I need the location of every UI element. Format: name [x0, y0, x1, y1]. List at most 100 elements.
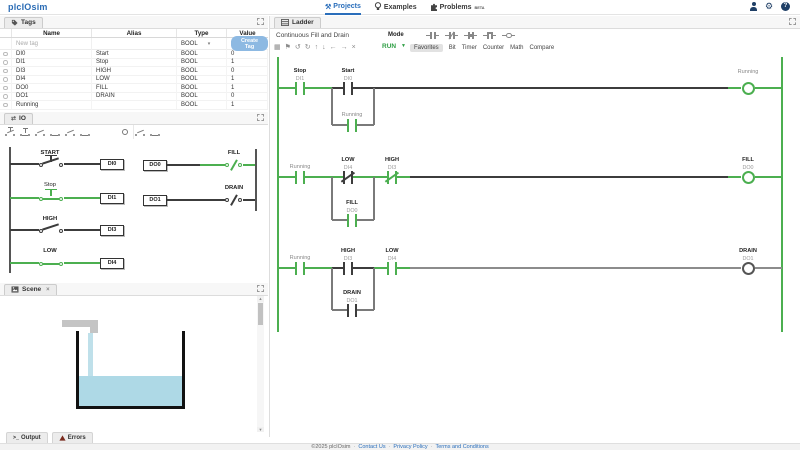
expand-icon[interactable] — [257, 114, 264, 121]
tag-status-icon[interactable] — [0, 75, 12, 84]
instruction-tab-counter[interactable]: Counter — [483, 45, 504, 51]
wire — [64, 197, 100, 199]
tag-value: 1 — [227, 100, 268, 110]
new-tag-alias-input[interactable] — [92, 37, 177, 50]
instruction-tab-math[interactable]: Math — [510, 45, 523, 51]
instruction-tab-timer[interactable]: Timer — [462, 45, 477, 51]
io-switch-low[interactable] — [38, 249, 66, 269]
io-tab[interactable]: ⇄ IO — [4, 113, 33, 124]
tag-status-icon[interactable] — [0, 92, 12, 101]
icon-part — [136, 129, 144, 134]
move-down-icon[interactable]: ↓ — [322, 42, 326, 54]
tag-status-icon[interactable] — [0, 58, 12, 67]
top-icons — [749, 2, 790, 11]
user-icon[interactable] — [749, 2, 758, 11]
instruction-tab-favorites[interactable]: Favorites — [410, 44, 443, 52]
errors-tab[interactable]: Errors — [51, 432, 93, 443]
io-switch-start[interactable] — [38, 150, 66, 170]
switch-closed-icon[interactable] — [49, 127, 61, 137]
icon-part — [434, 32, 436, 39]
element-address: DI3 — [387, 164, 397, 171]
tag-alias: LOW — [92, 75, 177, 84]
scrollbar-thumb[interactable] — [258, 303, 263, 325]
nav-item-problems[interactable]: Problems BETA — [430, 1, 485, 15]
io-output-fill[interactable] — [225, 158, 243, 172]
select-icon[interactable]: ▦ — [274, 42, 281, 54]
close-icon[interactable] — [46, 287, 50, 293]
nav-item-projects[interactable]: ⚒ Projects — [325, 1, 361, 15]
io-toolbar — [0, 125, 268, 139]
io-panel-title: IO — [19, 115, 26, 122]
scroll-up-arrow[interactable]: ▲ — [257, 296, 264, 302]
run-mode-select[interactable]: RUN — [382, 43, 396, 50]
footer-link[interactable]: Privacy Policy — [393, 444, 427, 450]
switch-open-icon[interactable] — [34, 127, 46, 137]
column-header-name[interactable]: Name — [12, 29, 92, 37]
radio-circle-icon — [3, 77, 8, 82]
io-switch-high[interactable] — [38, 216, 66, 236]
expand-icon[interactable] — [257, 285, 264, 292]
new-tag-type-select[interactable]: BOOL — [177, 37, 227, 50]
nav-item-examples[interactable]: Examples — [374, 1, 417, 15]
gear-icon[interactable] — [765, 2, 774, 11]
nc-contact-icon[interactable] — [445, 31, 458, 40]
tag-status-icon[interactable] — [0, 66, 12, 76]
sensor-closed-icon[interactable] — [79, 127, 91, 137]
icon-part — [9, 128, 11, 131]
valve-slash — [230, 194, 238, 206]
tag-status-icon[interactable] — [0, 100, 12, 110]
tag-type: BOOL — [177, 75, 227, 84]
io-switch-stop[interactable] — [38, 184, 66, 204]
expand-icon[interactable] — [789, 18, 796, 25]
element-address: DI0 — [343, 75, 353, 82]
expand-icon[interactable] — [257, 18, 264, 25]
scene-tab[interactable]: Scene — [4, 284, 57, 295]
sensor-open-icon[interactable] — [64, 127, 76, 137]
no-contact-icon[interactable] — [426, 31, 439, 40]
ladder-tab[interactable]: Ladder — [274, 17, 321, 28]
redo-icon[interactable]: ↻ — [305, 42, 311, 54]
icon-part — [469, 34, 472, 37]
pushbutton-no-icon[interactable] — [4, 127, 16, 137]
terminal — [225, 198, 229, 202]
scene-scrollbar[interactable]: ▲ ▼ — [257, 296, 264, 433]
footer-link[interactable]: Terms and Conditions — [436, 444, 489, 450]
table-row[interactable]: Running BOOL 1 — [0, 100, 268, 110]
icon-part — [43, 134, 45, 136]
lamp-filled-icon[interactable] — [134, 127, 146, 137]
help-icon[interactable] — [781, 2, 790, 11]
coil-icon[interactable] — [502, 31, 515, 40]
move-right-icon[interactable]: → — [341, 42, 348, 54]
tag-status-icon[interactable] — [0, 49, 12, 59]
output-tab[interactable]: Output — [6, 432, 48, 443]
new-tag-name-input[interactable]: New tag — [12, 37, 92, 50]
tag-status-icon[interactable] — [0, 83, 12, 93]
app-logo[interactable]: plcIOsim — [8, 2, 48, 12]
delete-icon[interactable]: × — [352, 42, 356, 54]
undo-icon[interactable]: ↺ — [295, 42, 301, 54]
flag-icon[interactable]: ⚑ — [285, 42, 291, 54]
column-header-type[interactable]: Type — [177, 29, 227, 37]
actuator-bar — [45, 188, 57, 190]
tag-type: BOOL — [177, 92, 227, 101]
instruction-tab-bit[interactable]: Bit — [449, 45, 456, 51]
new-tag-row: New tag BOOL Create Tag — [0, 36, 268, 51]
ladder-coil-running[interactable] — [740, 80, 756, 96]
element-label: Running — [289, 164, 311, 170]
tag-type: BOOL — [177, 83, 227, 93]
footer-link[interactable]: Contact Us — [358, 444, 385, 450]
instruction-tab-compare[interactable]: Compare — [530, 45, 555, 51]
io-output-drain[interactable] — [225, 193, 243, 207]
ladder-toolbar: ▦ ⚑ ↺ ↻ ↑ ↓ ← → × — [274, 42, 356, 54]
contact-bar — [303, 170, 305, 184]
pushbutton-nc-icon[interactable] — [19, 127, 31, 137]
lamp-icon[interactable] — [119, 127, 131, 137]
move-left-icon[interactable]: ← — [330, 42, 337, 54]
move-up-icon[interactable]: ↑ — [315, 42, 319, 54]
column-header-alias[interactable]: Alias — [92, 29, 177, 37]
rising-edge-contact-icon[interactable] — [464, 31, 477, 40]
tags-tab[interactable]: Tags — [4, 17, 43, 28]
falling-edge-contact-icon[interactable] — [483, 31, 496, 40]
chevron-down-icon[interactable] — [401, 43, 406, 49]
valve-icon[interactable] — [149, 127, 161, 137]
